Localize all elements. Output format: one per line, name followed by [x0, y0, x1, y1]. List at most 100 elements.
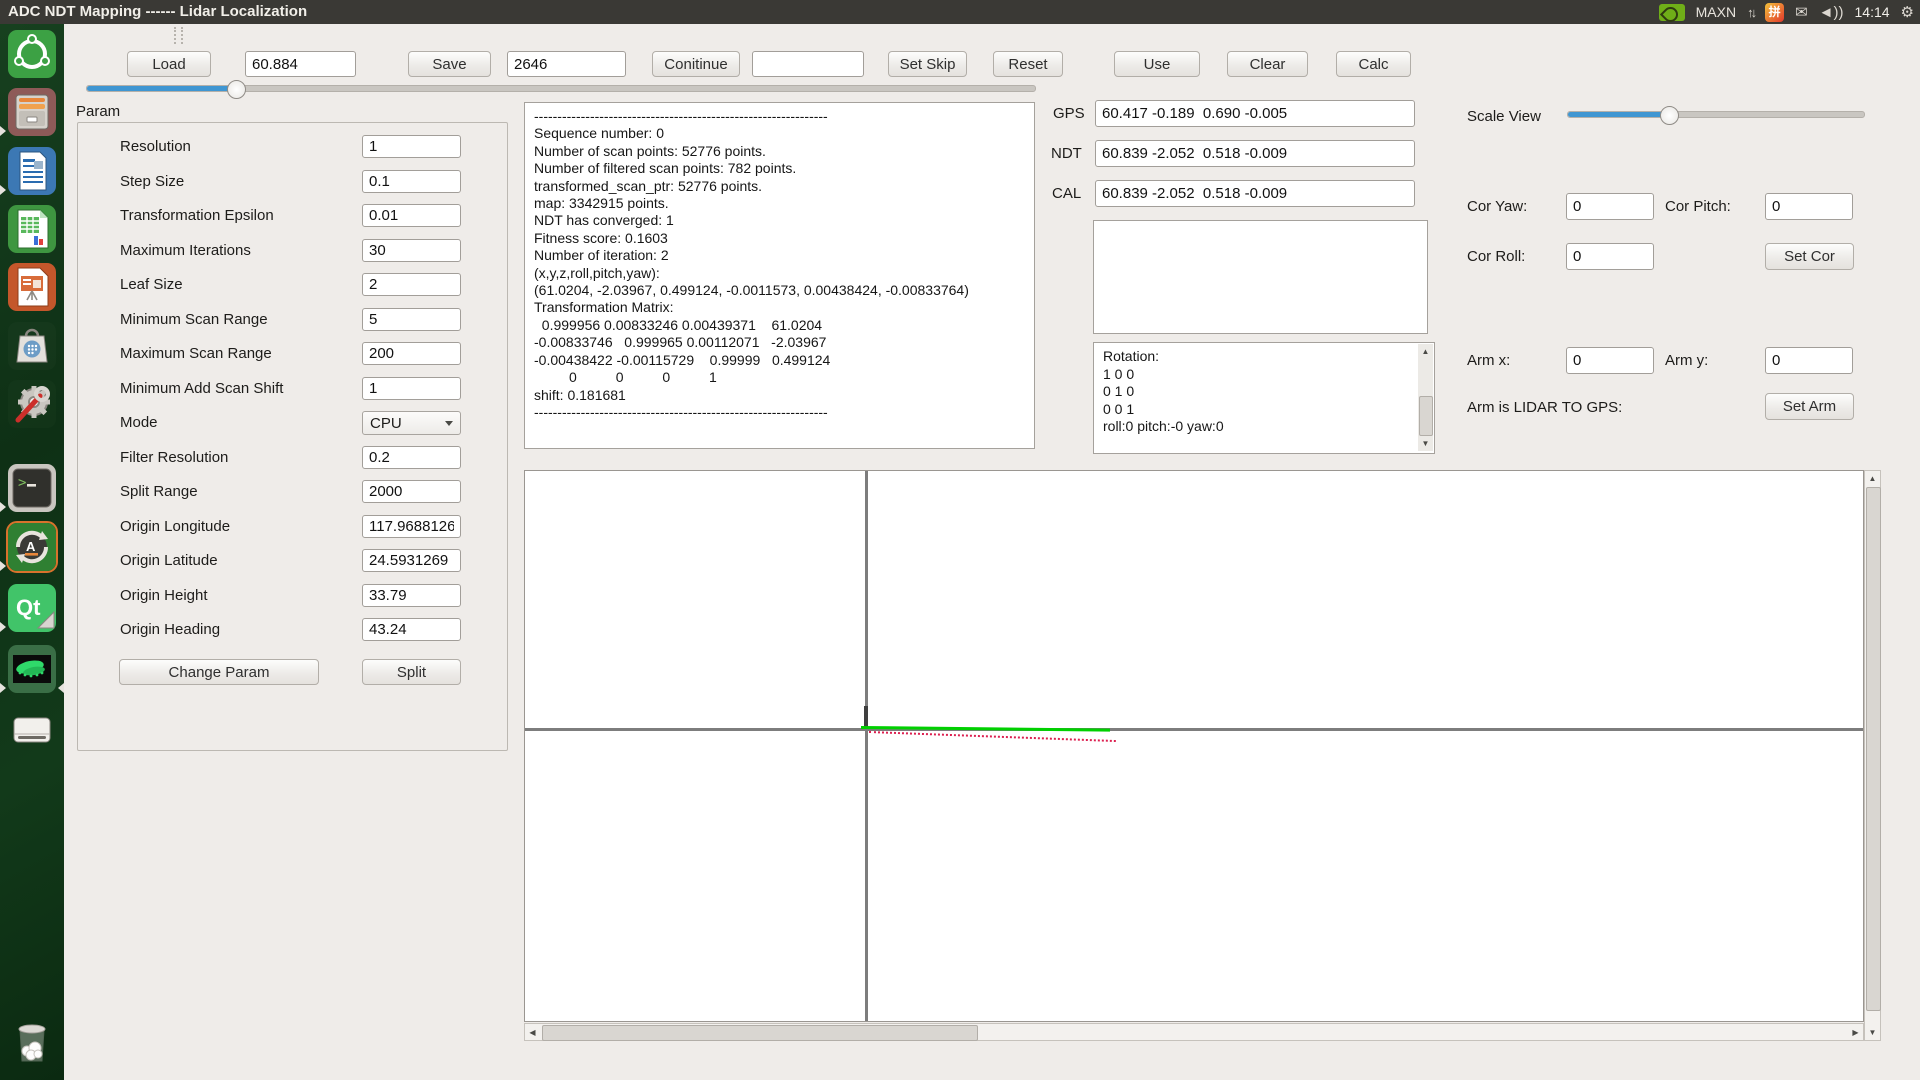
param-input-minimum-add-scan-shift[interactable] — [362, 377, 461, 400]
param-label-maximum-iterations: Maximum Iterations — [120, 242, 251, 259]
input-method-icon[interactable]: 拼 — [1765, 3, 1784, 22]
param-input-filter-resolution[interactable] — [362, 446, 461, 469]
focused-indicator — [58, 683, 64, 693]
dock-item-software[interactable] — [8, 322, 56, 370]
cor-pitch-input[interactable] — [1765, 193, 1853, 220]
set-cor-button[interactable]: Set Cor — [1765, 243, 1854, 270]
dock-item-qtcreator[interactable]: Qt — [8, 584, 56, 632]
param-label-split-range: Split Range — [120, 483, 198, 500]
dock-item-backup[interactable]: A — [6, 521, 58, 573]
calc-button[interactable]: Calc — [1336, 51, 1411, 77]
reset-button[interactable]: Reset — [993, 51, 1063, 77]
param-label-resolution: Resolution — [120, 138, 191, 155]
param-input-resolution[interactable] — [362, 135, 461, 158]
arm-x-input[interactable] — [1566, 347, 1654, 374]
param-input-maximum-scan-range[interactable] — [362, 342, 461, 365]
cor-yaw-input[interactable] — [1566, 193, 1654, 220]
param-label-step-size: Step Size — [120, 173, 184, 190]
ndt-value-input[interactable] — [1095, 140, 1415, 167]
mode-combobox[interactable]: CPU — [362, 411, 461, 435]
toolbar-grip[interactable] — [174, 27, 183, 44]
nvidia-icon[interactable] — [1659, 4, 1685, 21]
map-plot-view[interactable] — [524, 470, 1864, 1022]
session-gear-icon[interactable]: ⚙ — [1901, 3, 1914, 21]
param-input-leaf-size[interactable] — [362, 273, 461, 296]
scale-slider-handle[interactable] — [1660, 106, 1679, 125]
param-input-origin-height[interactable] — [362, 584, 461, 607]
continue-button[interactable]: Conitinue — [652, 51, 740, 77]
desktop: ADC NDT Mapping ------ Lidar Localizatio… — [0, 0, 1920, 1080]
param-label-origin-latitude: Origin Latitude — [120, 552, 218, 569]
mail-icon[interactable]: ✉ — [1795, 3, 1808, 21]
set-arm-button[interactable]: Set Arm — [1765, 393, 1854, 420]
load-button[interactable]: Load — [127, 51, 211, 77]
plot-vscrollbar[interactable]: ▲ ▼ — [1864, 470, 1881, 1041]
impress-icon — [8, 263, 56, 311]
pointcloud-icon — [8, 645, 56, 693]
param-input-origin-longitude[interactable] — [362, 515, 461, 538]
arm-x-label: Arm x: — [1467, 352, 1510, 369]
load-value-input[interactable] — [245, 51, 356, 77]
param-group-title: Param — [76, 103, 120, 120]
dock-item-impress[interactable] — [8, 263, 56, 311]
dock-item-writer[interactable] — [8, 147, 56, 195]
running-indicator — [0, 185, 6, 195]
plot-hscrollbar-thumb[interactable] — [542, 1025, 978, 1041]
rotation-panel[interactable]: Rotation: 1 0 0 0 1 0 0 0 1 roll:0 pitch… — [1093, 342, 1435, 454]
cal-value-input[interactable] — [1095, 180, 1415, 207]
continue-value-input[interactable] — [752, 51, 864, 77]
scroll-up-icon[interactable]: ▲ — [1865, 471, 1880, 486]
scroll-down-icon[interactable]: ▼ — [1418, 436, 1433, 451]
frame-slider-handle[interactable] — [227, 80, 246, 99]
save-button[interactable]: Save — [408, 51, 491, 77]
window-title: ADC NDT Mapping ------ Lidar Localizatio… — [8, 0, 307, 24]
cor-roll-input[interactable] — [1566, 243, 1654, 270]
system-tray: MAXN ↑↓ 拼 ✉ ◄)) 14:14 ⚙ — [1659, 0, 1914, 24]
arm-y-input[interactable] — [1765, 347, 1853, 374]
gps-value-input[interactable] — [1095, 100, 1415, 127]
network-arrows-icon[interactable]: ↑↓ — [1747, 5, 1754, 20]
rotation-scrollbar-thumb[interactable] — [1419, 396, 1433, 436]
split-button[interactable]: Split — [362, 659, 461, 685]
dock-item-terminal[interactable]: > — [8, 464, 56, 512]
dock-item-files[interactable] — [8, 88, 56, 136]
param-label-filter-resolution: Filter Resolution — [120, 449, 228, 466]
set-skip-button[interactable]: Set Skip — [888, 51, 967, 77]
use-button[interactable]: Use — [1114, 51, 1200, 77]
dock-item-settings[interactable] — [8, 380, 56, 428]
plot-hscrollbar[interactable]: ◀ ▶ — [524, 1023, 1864, 1041]
arm-y-label: Arm y: — [1665, 352, 1708, 369]
param-input-origin-latitude[interactable] — [362, 549, 461, 572]
scroll-down-icon[interactable]: ▼ — [1865, 1025, 1880, 1040]
param-input-minimum-scan-range[interactable] — [362, 308, 461, 331]
rotation-scrollbar[interactable]: ▲ ▼ — [1418, 344, 1433, 451]
scroll-right-icon[interactable]: ▶ — [1848, 1025, 1863, 1040]
dock-item-disk[interactable] — [8, 706, 56, 754]
param-input-split-range[interactable] — [362, 480, 461, 503]
dock-item-calc[interactable] — [8, 205, 56, 253]
param-input-origin-heading[interactable] — [362, 618, 461, 641]
scale-view-label: Scale View — [1467, 108, 1541, 125]
param-label-minimum-add-scan-shift: Minimum Add Scan Shift — [120, 380, 283, 397]
volume-icon[interactable]: ◄)) — [1819, 4, 1844, 21]
save-value-input[interactable] — [507, 51, 626, 77]
clear-button[interactable]: Clear — [1227, 51, 1308, 77]
param-input-transformation-epsilon[interactable] — [362, 204, 461, 227]
file-cabinet-icon — [8, 88, 56, 136]
param-label-origin-heading: Origin Heading — [120, 621, 220, 638]
plot-horizontal-axis — [525, 728, 1863, 731]
dock-item-trash[interactable] — [8, 1018, 56, 1066]
gpu-mode-label: MAXN — [1696, 4, 1736, 20]
scroll-up-icon[interactable]: ▲ — [1418, 344, 1433, 359]
param-input-step-size[interactable] — [362, 170, 461, 193]
param-input-maximum-iterations[interactable] — [362, 239, 461, 262]
change-param-button[interactable]: Change Param — [119, 659, 319, 685]
dock-item-pointcloud-app[interactable] — [8, 645, 56, 693]
scroll-left-icon[interactable]: ◀ — [525, 1025, 540, 1040]
ndt-log-panel[interactable]: ----------------------------------------… — [524, 102, 1035, 449]
dock-item-ubuntu[interactable] — [8, 30, 56, 78]
param-label-minimum-scan-range: Minimum Scan Range — [120, 311, 268, 328]
cor-yaw-label: Cor Yaw: — [1467, 198, 1527, 215]
clock[interactable]: 14:14 — [1855, 4, 1890, 20]
plot-vscrollbar-thumb[interactable] — [1866, 487, 1881, 1011]
